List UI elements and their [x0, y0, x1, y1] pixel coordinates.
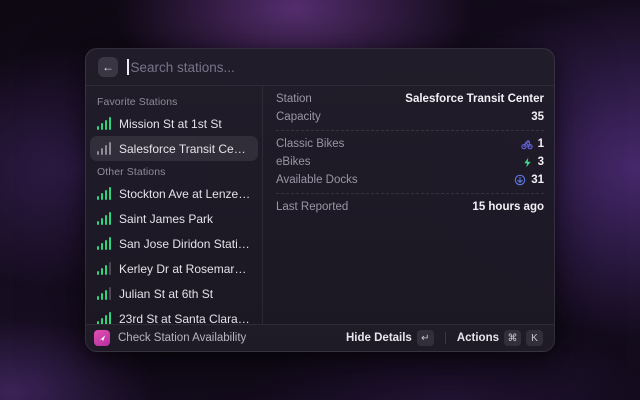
- station-label: Salesforce Transit Center: [119, 142, 251, 156]
- enter-key-badge: ↵: [417, 330, 434, 346]
- back-button[interactable]: ←: [98, 57, 118, 77]
- station-label: Mission St at 1st St: [119, 117, 222, 131]
- detail-value: Salesforce Transit Center: [405, 93, 544, 105]
- detail-row: Station Salesforce Transit Center: [276, 90, 544, 108]
- station-row[interactable]: Stockton Ave at Lenzen Ave: [90, 181, 258, 206]
- detail-row: Last Reported 15 hours ago: [276, 198, 544, 216]
- sidebar-section-title: Favorite Stations: [90, 91, 258, 111]
- station-row[interactable]: 23rd St at Santa Clara St: [90, 306, 258, 324]
- station-list: Favorite Stations Mission St at 1st St Sal…: [86, 86, 263, 324]
- details-separator: [276, 193, 544, 194]
- detail-value: 35: [531, 111, 544, 123]
- station-row[interactable]: Julian St at 6th St: [90, 281, 258, 306]
- hide-details-label: Hide Details: [346, 332, 412, 344]
- detail-label: Station: [276, 93, 312, 105]
- sidebar-section-title: Other Stations: [90, 161, 258, 181]
- signal-bars-icon: [97, 212, 111, 225]
- station-row[interactable]: Kerley Dr at Rosemary St: [90, 256, 258, 281]
- desktop-background: ← Favorite Stations Mission St at 1st St S…: [0, 0, 640, 400]
- search-field-wrap: [127, 59, 542, 75]
- detail-value-text: 15 hours ago: [472, 201, 544, 213]
- detail-row: Classic Bikes 1: [276, 135, 544, 153]
- detail-value-text: 1: [538, 138, 544, 150]
- signal-bars-icon: [97, 237, 111, 250]
- details-separator: [276, 130, 544, 131]
- actions-button[interactable]: Actions ⌘ K: [454, 328, 546, 348]
- status-bar-actions: Hide Details ↵ Actions ⌘ K: [343, 328, 546, 348]
- detail-label: Available Docks: [276, 174, 358, 186]
- status-bar: Check Station Availability Hide Details …: [86, 324, 554, 351]
- search-input[interactable]: [129, 60, 543, 75]
- launcher-window: ← Favorite Stations Mission St at 1st St S…: [85, 48, 555, 352]
- station-label: San Jose Diridon Station: [119, 237, 251, 251]
- detail-label: Classic Bikes: [276, 138, 344, 150]
- detail-label: Capacity: [276, 111, 321, 123]
- detail-value-text: 3: [538, 156, 544, 168]
- station-label: Kerley Dr at Rosemary St: [119, 262, 251, 276]
- detail-value: 15 hours ago: [472, 201, 544, 213]
- hide-details-button[interactable]: Hide Details ↵: [343, 328, 437, 348]
- detail-value-text: Salesforce Transit Center: [405, 93, 544, 105]
- back-arrow-icon: ←: [102, 61, 114, 73]
- station-label: Julian St at 6th St: [119, 287, 213, 301]
- signal-bars-icon: [97, 287, 111, 300]
- detail-label: eBikes: [276, 156, 311, 168]
- app-icon: [94, 330, 110, 346]
- search-bar: ←: [86, 49, 554, 86]
- bikeshare-logo-icon: [97, 333, 107, 343]
- app-name: Check Station Availability: [118, 332, 246, 344]
- detail-value: 31: [514, 174, 544, 186]
- classic-bike-icon: [521, 138, 533, 150]
- detail-value: 3: [522, 156, 544, 168]
- station-label: 23rd St at Santa Clara St: [119, 312, 251, 325]
- status-bar-divider: [445, 332, 446, 344]
- cmd-key-badge: ⌘: [504, 330, 521, 346]
- detail-row: eBikes 3: [276, 153, 544, 171]
- detail-row: Available Docks 31: [276, 171, 544, 189]
- ebike-bolt-icon: [522, 157, 533, 168]
- detail-label: Last Reported: [276, 201, 348, 213]
- main-content: Favorite Stations Mission St at 1st St Sal…: [86, 86, 554, 324]
- signal-bars-icon: [97, 312, 111, 324]
- station-row[interactable]: San Jose Diridon Station: [90, 231, 258, 256]
- station-row[interactable]: Saint James Park: [90, 206, 258, 231]
- signal-bars-icon: [97, 117, 111, 130]
- details-panel: Station Salesforce Transit Center Capacity…: [263, 86, 554, 324]
- station-label: Saint James Park: [119, 212, 213, 226]
- station-row[interactable]: Salesforce Transit Center: [90, 136, 258, 161]
- dock-arrow-icon: [514, 174, 526, 186]
- signal-bars-icon: [97, 142, 111, 155]
- signal-bars-icon: [97, 262, 111, 275]
- detail-value-text: 35: [531, 111, 544, 123]
- actions-label: Actions: [457, 332, 499, 344]
- station-label: Stockton Ave at Lenzen Ave: [119, 187, 251, 201]
- detail-row: Capacity 35: [276, 108, 544, 126]
- k-key-badge: K: [526, 330, 543, 346]
- detail-value: 1: [521, 138, 544, 150]
- station-row[interactable]: Mission St at 1st St: [90, 111, 258, 136]
- signal-bars-icon: [97, 187, 111, 200]
- detail-value-text: 31: [531, 174, 544, 186]
